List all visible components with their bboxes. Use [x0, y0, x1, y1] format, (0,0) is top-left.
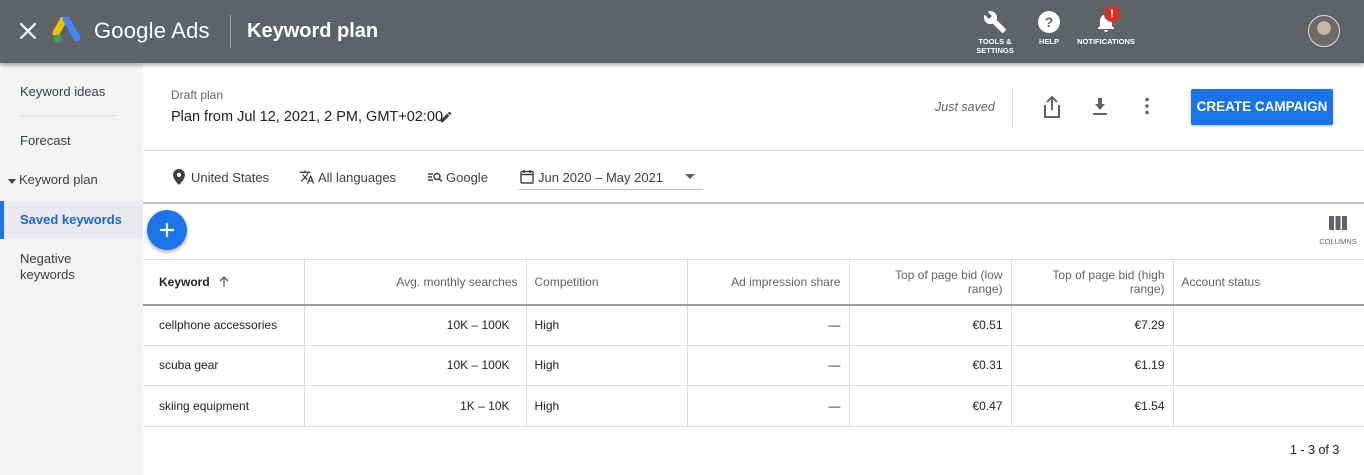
- competition-cell: High: [526, 304, 688, 346]
- account-status-cell: [1173, 385, 1364, 427]
- download-icon[interactable]: [1090, 96, 1110, 116]
- keyword-cell: cellphone accessories: [143, 304, 305, 346]
- column-header-avg-searches[interactable]: Avg. monthly searches: [304, 259, 527, 306]
- searches-cell: 10K – 100K: [304, 345, 527, 386]
- sidebar-divider: [20, 115, 118, 116]
- location-filter-label: United States: [191, 170, 270, 185]
- search-network-icon: [428, 172, 443, 182]
- edit-pencil-icon[interactable]: [439, 110, 453, 124]
- column-header-keyword[interactable]: Keyword: [143, 259, 305, 306]
- bid-low-cell: €0.31: [849, 345, 1012, 386]
- columns-icon: [1329, 216, 1347, 230]
- translate-icon: [299, 170, 315, 184]
- header-divider: [230, 15, 231, 48]
- tools-label-2: SETTINGS: [976, 46, 1014, 55]
- save-state: Just saved: [935, 100, 995, 114]
- bid-low-cell: €0.47: [849, 385, 1012, 427]
- create-campaign-button[interactable]: CREATE CAMPAIGN: [1191, 89, 1333, 125]
- svg-text:?: ?: [1045, 14, 1054, 30]
- header-actions-divider: [1012, 87, 1013, 127]
- keywords-table: Keyword Avg. monthly searches Competitio…: [143, 259, 1364, 427]
- keyword-cell: scuba gear: [143, 345, 305, 386]
- avatar[interactable]: [1308, 15, 1340, 47]
- account-status-cell: [1173, 345, 1364, 386]
- plan-name: Plan from Jul 12, 2021, 2 PM, GMT+02:00: [171, 109, 444, 125]
- competition-cell: High: [526, 345, 688, 386]
- help-button[interactable]: ? HELP: [1033, 10, 1065, 46]
- google-ads-logo: [52, 17, 81, 43]
- filters-bottom-divider: [143, 202, 1364, 204]
- sidebar-item-saved-keywords[interactable]: Saved keywords: [0, 201, 143, 239]
- column-header-impression-share[interactable]: Ad impression share: [687, 259, 850, 306]
- impression-share-cell: —: [687, 385, 850, 427]
- bid-high-cell: €1.19: [1011, 345, 1174, 386]
- more-vert-icon[interactable]: [1143, 97, 1151, 115]
- brand-name: Google Ads: [94, 18, 210, 43]
- impression-share-cell: —: [687, 304, 850, 346]
- top-app-bar: Google Ads Keyword plan TOOLS & SETTINGS…: [0, 0, 1364, 63]
- network-filter-label: Google: [446, 170, 488, 185]
- close-icon[interactable]: [17, 20, 39, 42]
- header-bottom-divider: [143, 150, 1364, 151]
- column-header-account-status[interactable]: Account status: [1173, 259, 1364, 306]
- language-filter-label: All languages: [318, 170, 397, 185]
- plus-icon: [160, 223, 174, 237]
- sidebar-item-forecast[interactable]: Forecast: [0, 133, 143, 148]
- sidebar-item-keyword-ideas[interactable]: Keyword ideas: [0, 84, 143, 99]
- table-row[interactable]: skiing equipment 1K – 10K High — €0.47 €…: [143, 385, 1364, 427]
- date-range-underline: [518, 189, 703, 190]
- bid-high-cell: €1.54: [1011, 385, 1174, 427]
- tools-settings-button[interactable]: TOOLS & SETTINGS: [972, 10, 1018, 55]
- column-header-competition[interactable]: Competition: [526, 259, 688, 306]
- tools-label: TOOLS &: [978, 37, 1012, 46]
- keyword-cell: skiing equipment: [143, 385, 305, 427]
- impression-share-cell: —: [687, 345, 850, 386]
- columns-label: COLUMNS: [1319, 237, 1357, 246]
- sidebar: Keyword ideas Forecast Keyword plan Save…: [0, 63, 143, 475]
- competition-cell: High: [526, 385, 688, 427]
- searches-cell: 10K – 100K: [304, 304, 527, 346]
- notifications-label: NOTIFICATIONS: [1077, 37, 1135, 46]
- help-label: HELP: [1038, 37, 1059, 46]
- wrench-icon: [983, 11, 1006, 33]
- pagination-status: 1 - 3 of 3: [1290, 443, 1340, 457]
- searches-cell: 1K – 10K: [304, 385, 527, 427]
- account-status-cell: [1173, 304, 1364, 346]
- date-range-label: Jun 2020 – May 2021: [538, 170, 664, 185]
- calendar-icon: [520, 170, 534, 184]
- caret-down-icon: [8, 178, 16, 184]
- notification-badge: !: [1104, 6, 1120, 22]
- share-icon[interactable]: [1042, 95, 1062, 119]
- sidebar-item-keyword-plan[interactable]: Keyword plan: [0, 172, 143, 187]
- notifications-button[interactable]: ! NOTIFICATIONS: [1075, 6, 1137, 46]
- sort-arrow-up-icon: [219, 275, 229, 287]
- main-content: Draft plan Plan from Jul 12, 2021, 2 PM,…: [143, 63, 1364, 475]
- bid-high-cell: €7.29: [1011, 304, 1174, 346]
- sidebar-item-negative-keywords[interactable]: Negative keywords: [0, 251, 90, 283]
- add-keyword-button[interactable]: [147, 210, 187, 250]
- column-header-label: Keyword: [159, 274, 210, 289]
- column-header-bid-low[interactable]: Top of page bid (low range): [849, 259, 1012, 306]
- table-row[interactable]: cellphone accessories 10K – 100K High — …: [143, 304, 1364, 346]
- location-pin-icon: [173, 169, 185, 185]
- columns-button[interactable]: COLUMNS: [1317, 215, 1359, 246]
- table-row[interactable]: scuba gear 10K – 100K High — €0.31 €1.19: [143, 345, 1364, 386]
- page-title: Keyword plan: [247, 20, 379, 42]
- dropdown-arrow-icon: [685, 174, 695, 179]
- sidebar-item-label: Keyword plan: [19, 172, 98, 187]
- table-header-row: Keyword Avg. monthly searches Competitio…: [143, 259, 1364, 306]
- bid-low-cell: €0.51: [849, 304, 1012, 346]
- help-icon: ?: [1038, 11, 1060, 33]
- plan-status: Draft plan: [171, 88, 224, 102]
- column-header-bid-high[interactable]: Top of page bid (high range): [1011, 259, 1174, 306]
